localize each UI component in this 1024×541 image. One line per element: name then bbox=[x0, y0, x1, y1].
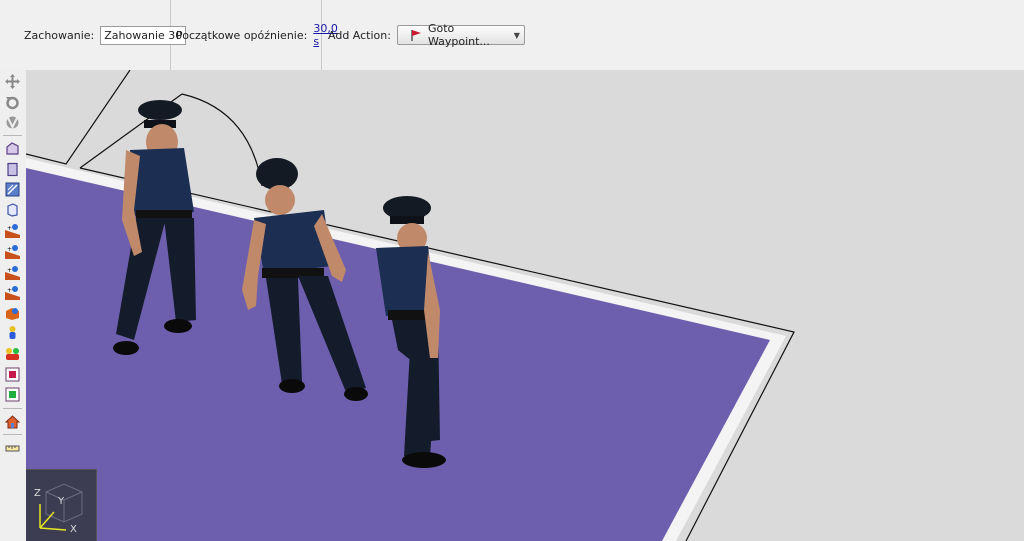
svg-text:+: + bbox=[7, 246, 12, 253]
behavior-label: Zachowanie: bbox=[24, 28, 95, 42]
move-icon[interactable] bbox=[4, 73, 21, 90]
z-axis-label: Z bbox=[34, 488, 41, 499]
rotate-icon[interactable] bbox=[4, 94, 21, 111]
add-action-group: Add Action: Goto Waypoint... ▼ bbox=[322, 0, 622, 70]
svg-text:+: + bbox=[7, 267, 12, 274]
red-flag-icon bbox=[411, 30, 421, 41]
house-icon[interactable] bbox=[4, 413, 21, 430]
rectangle-area-icon[interactable] bbox=[4, 161, 21, 178]
properties-toolbar: Zachowanie: Początkowe opóźnienie: 30,0 … bbox=[0, 0, 1024, 71]
agent-icon[interactable] bbox=[4, 324, 21, 341]
stairs-area-icon[interactable] bbox=[4, 181, 21, 198]
behavior-group: Zachowanie: bbox=[0, 0, 187, 70]
x-axis-label: X bbox=[70, 524, 77, 535]
scene-canvas[interactable] bbox=[26, 70, 1024, 541]
toolbar-separator bbox=[3, 434, 22, 435]
add-action-label: Add Action: bbox=[328, 28, 391, 42]
delay-label: Początkowe opóźnienie: bbox=[176, 28, 308, 42]
spawn-group-icon-3[interactable]: + bbox=[4, 264, 21, 281]
y-axis-label: Y bbox=[57, 496, 65, 507]
orbit-icon[interactable] bbox=[4, 114, 21, 131]
add-action-dropdown[interactable]: Goto Waypoint... ▼ bbox=[396, 22, 525, 48]
polygon-area-icon[interactable] bbox=[4, 140, 21, 157]
target-green-icon[interactable] bbox=[4, 386, 21, 403]
axis-gizmo: Z Y X bbox=[26, 469, 97, 541]
spawn-group-icon-2[interactable]: + bbox=[4, 243, 21, 260]
3d-viewport[interactable]: Z Y X bbox=[26, 70, 1024, 541]
obstacle-icon[interactable] bbox=[4, 201, 21, 218]
tool-palette: + + + + bbox=[0, 70, 27, 541]
spawn-box-icon[interactable] bbox=[4, 304, 21, 321]
agent-group-icon[interactable] bbox=[4, 345, 21, 362]
chevron-down-icon: ▼ bbox=[513, 30, 520, 40]
target-red-icon[interactable] bbox=[4, 366, 21, 383]
delay-group: Początkowe opóźnienie: 30,0 s bbox=[171, 0, 338, 70]
spawn-group-icon-4[interactable]: + bbox=[4, 284, 21, 301]
x-axis-line bbox=[39, 527, 67, 531]
toolbar-separator bbox=[3, 135, 22, 136]
toolbar-separator bbox=[3, 408, 22, 409]
spawn-group-icon-1[interactable]: + bbox=[4, 222, 21, 239]
svg-text:+: + bbox=[7, 287, 12, 294]
svg-text:+: + bbox=[7, 225, 12, 232]
add-action-selected: Goto Waypoint... bbox=[427, 22, 490, 48]
ruler-icon[interactable] bbox=[4, 440, 21, 457]
